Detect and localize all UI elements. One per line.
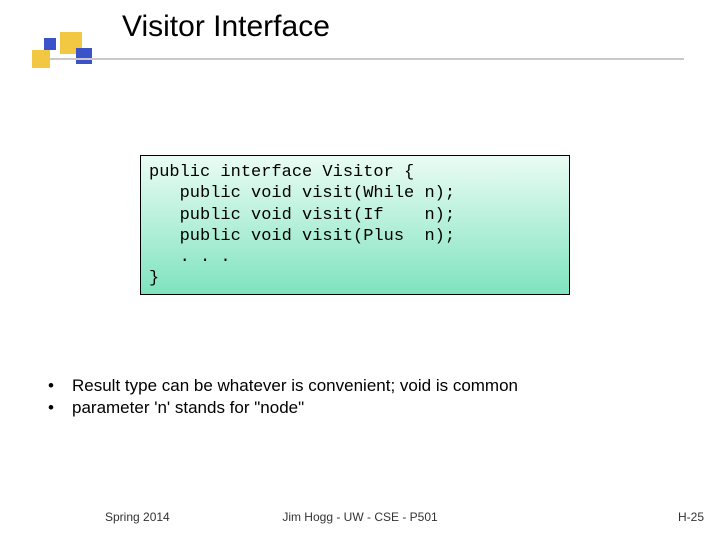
code-line: public void visit(While n); — [149, 184, 455, 203]
code-line: public interface Visitor { — [149, 163, 414, 182]
slide-title: Visitor Interface — [122, 10, 330, 44]
code-line: public void visit(Plus n); — [149, 227, 455, 246]
code-line: public void visit(If n); — [149, 206, 455, 225]
bullet-text: Result type can be whatever is convenien… — [72, 375, 518, 397]
footer-center: Jim Hogg - UW - CSE - P501 — [0, 510, 720, 524]
bullet-item: • parameter 'n' stands for "node" — [48, 397, 518, 419]
title-underline — [44, 58, 684, 60]
bullet-list: • Result type can be whatever is conveni… — [48, 375, 518, 419]
slide: Visitor Interface public interface Visit… — [0, 0, 720, 540]
code-line: . . . — [149, 248, 231, 267]
code-box: public interface Visitor { public void v… — [140, 155, 570, 295]
accent-square-blue — [76, 48, 92, 64]
code-line: } — [149, 269, 159, 288]
bullet-text: parameter 'n' stands for "node" — [72, 397, 304, 419]
footer-right: H-25 — [678, 510, 704, 524]
title-region: Visitor Interface — [0, 8, 720, 68]
bullet-dot-icon: • — [48, 375, 72, 397]
accent-square-blue-2 — [44, 38, 56, 50]
accent-square-yellow-2 — [32, 50, 50, 68]
code-content: public interface Visitor { public void v… — [149, 162, 561, 290]
bullet-dot-icon: • — [48, 397, 72, 419]
bullet-item: • Result type can be whatever is conveni… — [48, 375, 518, 397]
